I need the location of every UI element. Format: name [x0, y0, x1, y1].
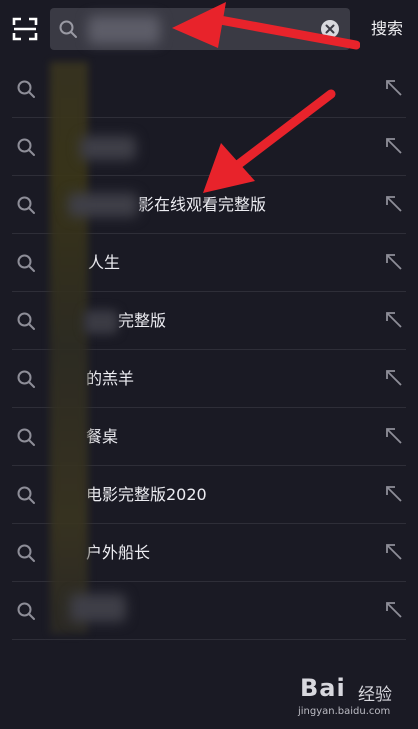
suggestion-text: 餐桌	[86, 427, 119, 446]
search-icon	[16, 369, 36, 389]
fill-query-arrow-icon[interactable]	[382, 366, 406, 390]
fill-query-arrow-icon[interactable]	[382, 192, 406, 216]
privacy-blur	[84, 310, 118, 334]
annotation-arrow-icon	[172, 2, 360, 50]
search-icon	[16, 195, 36, 215]
watermark-logo: Bai	[300, 674, 346, 702]
suggestion-text: 户外船长	[86, 543, 151, 562]
search-icon	[16, 543, 36, 563]
search-icon	[16, 79, 36, 99]
fill-query-arrow-icon[interactable]	[382, 308, 406, 332]
fill-query-arrow-icon[interactable]	[382, 76, 406, 100]
fill-query-arrow-icon[interactable]	[382, 424, 406, 448]
privacy-blur	[68, 193, 138, 217]
search-icon	[16, 427, 36, 447]
search-icon	[16, 311, 36, 331]
suggestion-text: 的羔羊	[86, 369, 135, 388]
search-icon	[16, 137, 36, 157]
search-icon	[16, 485, 36, 505]
suggestion-text: 完整版	[118, 311, 167, 330]
suggestion-text: 电影完整版2020	[86, 485, 207, 504]
fill-query-arrow-icon[interactable]	[382, 250, 406, 274]
privacy-blur	[80, 136, 136, 160]
watermark-url: jingyan.baidu.com	[298, 706, 391, 717]
search-button[interactable]: 搜索	[362, 8, 412, 50]
privacy-blur	[70, 594, 126, 622]
baidu-jingyan-watermark: Bai 经验 jingyan.baidu.com	[294, 670, 416, 726]
fill-query-arrow-icon[interactable]	[382, 540, 406, 564]
scan-icon[interactable]	[10, 14, 40, 44]
search-icon	[16, 253, 36, 273]
fill-query-arrow-icon[interactable]	[382, 134, 406, 158]
fill-query-arrow-icon[interactable]	[382, 598, 406, 622]
fill-query-arrow-icon[interactable]	[382, 482, 406, 506]
suggestion-text: 人生	[88, 253, 121, 272]
search-icon	[58, 19, 78, 39]
search-icon	[16, 601, 36, 621]
watermark-label: 经验	[358, 685, 392, 705]
annotation-arrow-icon	[203, 89, 336, 193]
